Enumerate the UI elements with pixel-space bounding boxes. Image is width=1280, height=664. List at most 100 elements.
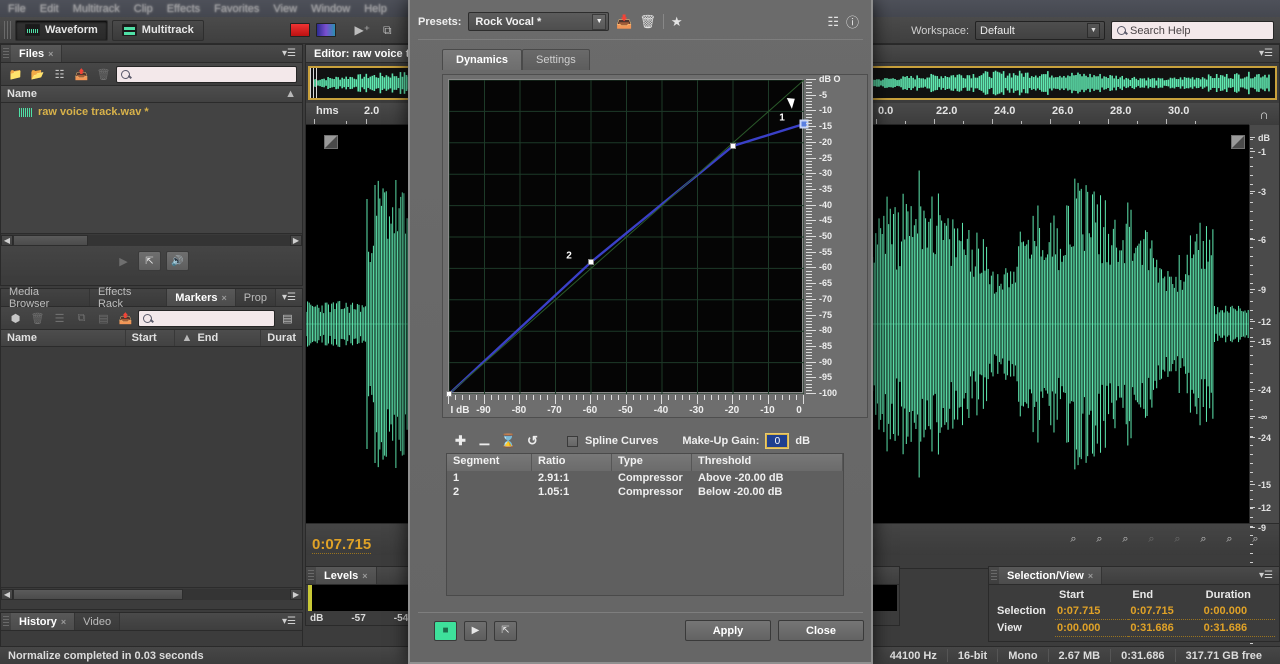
- col-type[interactable]: Type: [612, 454, 692, 471]
- loop-icon[interactable]: ∩: [1249, 103, 1279, 125]
- favorite-star-icon[interactable]: ★: [671, 14, 683, 30]
- menu-item-multitrack[interactable]: Multitrack: [73, 3, 120, 15]
- toolbar-grip[interactable]: [4, 21, 11, 39]
- new-file-icon[interactable]: ☷: [50, 66, 69, 83]
- tab-markers[interactable]: Markers ×: [167, 289, 236, 306]
- scrollbar-thumb[interactable]: [13, 588, 183, 600]
- transfer-curve-plot[interactable]: [449, 80, 804, 394]
- menu-item-clip[interactable]: Clip: [134, 3, 153, 15]
- multitrack-mode-button[interactable]: Multitrack: [111, 19, 204, 41]
- zoom-out-full-icon[interactable]: ⌕: [1168, 531, 1187, 548]
- merge-markers-icon[interactable]: ☰: [50, 310, 69, 327]
- markers-list[interactable]: [1, 347, 302, 587]
- spline-curves-checkbox[interactable]: [567, 435, 578, 447]
- markers-column-duration[interactable]: Durat: [261, 330, 302, 346]
- markers-column-start[interactable]: Start: [126, 330, 176, 346]
- zoom-out-amplitude-icon[interactable]: ⌕: [1090, 531, 1109, 548]
- tab-files[interactable]: Files ×: [11, 45, 63, 62]
- list-item[interactable]: raw voice track.wav *: [1, 103, 302, 118]
- workspace-select[interactable]: Default ▼: [975, 21, 1105, 40]
- search-help-input[interactable]: Search Help: [1111, 21, 1274, 40]
- scroll-left-icon[interactable]: ◀: [1, 234, 13, 246]
- panel-grip[interactable]: [3, 48, 9, 59]
- scroll-left-icon[interactable]: ◀: [1, 588, 13, 600]
- scrollbar-thumb[interactable]: [13, 234, 88, 246]
- zoom-to-selection-in-icon[interactable]: ⌕: [1194, 531, 1213, 548]
- makeup-gain-input[interactable]: 0: [765, 433, 790, 449]
- zoom-out-time-icon[interactable]: ⌕: [1142, 531, 1161, 548]
- close-icon[interactable]: ×: [1088, 571, 1093, 581]
- export-ranges-icon[interactable]: 📤: [116, 310, 135, 327]
- open-folder-icon[interactable]: 📁: [6, 66, 25, 83]
- reset-curve-icon[interactable]: ↺: [524, 433, 541, 449]
- waveform-mode-button[interactable]: Waveform: [15, 19, 108, 41]
- tab-selection-view[interactable]: Selection/View ×: [999, 567, 1103, 584]
- insert-into-session-icon[interactable]: ⇱: [138, 251, 161, 271]
- tab-effects-rack[interactable]: Effects Rack: [89, 286, 168, 310]
- delete-marker-icon[interactable]: 🗑: [28, 310, 47, 327]
- tab-dynamics[interactable]: Dynamics: [442, 49, 522, 70]
- menu-item-effects[interactable]: Effects: [167, 3, 200, 15]
- history-panel-menu-button[interactable]: ▾☰: [276, 613, 302, 630]
- zoom-to-selection-out-icon[interactable]: ⌕: [1220, 531, 1239, 548]
- sv-view-end[interactable]: 0:31.686: [1128, 620, 1202, 637]
- playhead-time-readout[interactable]: 0:07.715: [312, 536, 372, 554]
- close-icon[interactable]: ×: [48, 49, 53, 59]
- remove-point-icon[interactable]: ⚊: [476, 433, 493, 449]
- panel-grip[interactable]: [3, 616, 9, 627]
- col-threshold[interactable]: Threshold: [692, 454, 843, 471]
- files-column-name[interactable]: Name: [1, 86, 279, 102]
- zoom-in-amplitude-icon[interactable]: ⌕: [1064, 531, 1083, 548]
- menu-item-help[interactable]: Help: [364, 3, 387, 15]
- sort-ascending-icon[interactable]: ▲: [175, 330, 192, 346]
- scroll-right-icon[interactable]: ▶: [290, 588, 302, 600]
- table-row[interactable]: 1 2.91:1 Compressor Above -20.00 dB: [447, 471, 843, 485]
- segments-table[interactable]: Segment Ratio Type Threshold 1 2.91:1 Co…: [446, 453, 844, 596]
- move-tool-icon[interactable]: ▶⁺: [352, 20, 373, 41]
- panel-grip[interactable]: [991, 570, 997, 581]
- sort-ascending-icon[interactable]: ▲: [279, 86, 302, 102]
- menu-item-edit[interactable]: Edit: [40, 3, 59, 15]
- marker-display-options-icon[interactable]: ▤: [278, 310, 297, 327]
- add-point-icon[interactable]: ✚: [452, 433, 469, 449]
- sv-selection-start[interactable]: 0:07.715: [1055, 603, 1129, 620]
- scrollbar-track[interactable]: [183, 588, 290, 600]
- markers-column-name[interactable]: Name: [1, 330, 126, 346]
- menu-item-file[interactable]: File: [8, 3, 26, 15]
- spectral-swatch[interactable]: [315, 23, 336, 37]
- close-icon[interactable]: ×: [222, 293, 227, 303]
- tab-editor[interactable]: Editor: raw voice t: [306, 45, 419, 62]
- tab-settings[interactable]: Settings: [521, 49, 590, 70]
- play-icon[interactable]: ▶: [114, 253, 133, 270]
- files-panel-menu-button[interactable]: ▾☰: [276, 45, 302, 62]
- zoom-to-selection-icon[interactable]: ⌕: [1246, 531, 1265, 548]
- close-button[interactable]: Close: [778, 620, 864, 641]
- zoom-in-time-icon[interactable]: ⌕: [1116, 531, 1135, 548]
- delete-preset-icon[interactable]: 🗑: [639, 14, 656, 30]
- markers-horizontal-scrollbar[interactable]: ◀ ▶: [1, 587, 302, 600]
- close-icon[interactable]: ×: [61, 617, 66, 627]
- transfer-curve-graph[interactable]: 2 1 dB O -5 -10 -15 -20 -25 -30 -35 -40 -45 -50 -55 -…: [442, 74, 868, 418]
- auto-play-icon[interactable]: 🔊: [166, 251, 189, 271]
- apply-button[interactable]: Apply: [685, 620, 771, 641]
- close-file-icon[interactable]: 🗑: [94, 66, 113, 83]
- info-icon[interactable]: ⓘ: [846, 12, 859, 31]
- markers-search-input[interactable]: [138, 309, 275, 327]
- tab-media-browser[interactable]: Media Browser: [1, 286, 90, 310]
- markers-column-end[interactable]: End: [191, 330, 262, 346]
- menu-item-favorites[interactable]: Favorites: [214, 3, 259, 15]
- export-markers-icon[interactable]: ▤: [94, 310, 113, 327]
- sv-selection-end[interactable]: 0:07.715: [1128, 603, 1202, 620]
- table-row[interactable]: 2 1.05:1 Compressor Below -20.00 dB: [447, 485, 843, 499]
- menu-item-view[interactable]: View: [273, 3, 297, 15]
- files-horizontal-scrollbar[interactable]: ◀ ▶: [1, 233, 302, 246]
- tab-video[interactable]: Video: [75, 613, 121, 630]
- tab-properties[interactable]: Prop: [235, 289, 277, 306]
- channel-handle-left[interactable]: [324, 135, 338, 149]
- preview-play-button[interactable]: ▶: [464, 620, 487, 641]
- panel-grip[interactable]: [308, 570, 314, 581]
- import-file-icon[interactable]: 📂: [28, 66, 47, 83]
- sv-view-start[interactable]: 0:00.000: [1055, 620, 1129, 637]
- col-ratio[interactable]: Ratio: [532, 454, 612, 471]
- insert-into-multitrack-icon[interactable]: 📤: [72, 66, 91, 83]
